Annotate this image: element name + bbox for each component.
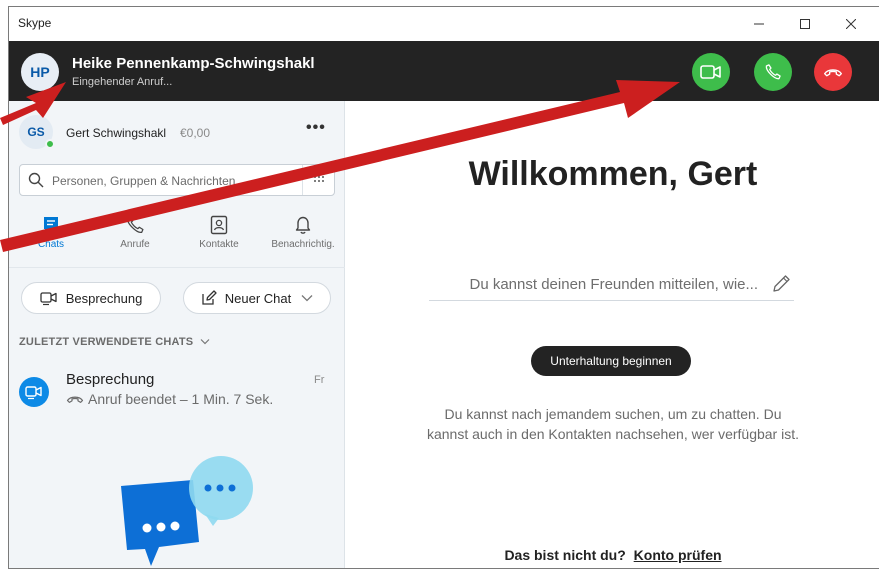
video-camera-icon	[700, 65, 721, 79]
profile-credit[interactable]: €0,00	[180, 126, 210, 140]
dialpad-icon	[313, 176, 324, 182]
more-options-icon[interactable]: •••	[306, 119, 326, 137]
hang-up-icon	[824, 69, 842, 77]
caller-name: Heike Pennenkamp-Schwingshakl	[72, 55, 315, 72]
check-account-link[interactable]: Konto prüfen	[634, 547, 722, 563]
meeting-icon	[25, 386, 42, 400]
search-input[interactable]: Personen, Gruppen & Nachrichten	[52, 174, 235, 188]
start-conversation-button[interactable]: Unterhaltung beginnen	[531, 346, 691, 376]
new-chat-button[interactable]: Neuer Chat	[183, 282, 331, 314]
dialpad-button[interactable]	[302, 165, 334, 195]
contacts-icon	[210, 215, 228, 235]
chat-name: Besprechung	[66, 371, 155, 388]
not-you-text: Das bist nicht du?	[504, 547, 626, 563]
minimize-button[interactable]	[736, 7, 782, 41]
welcome-heading: Willkommen, Gert	[468, 155, 758, 193]
caller-avatar[interactable]: HP	[21, 53, 59, 91]
phone-icon	[127, 216, 144, 233]
chevron-down-icon	[301, 295, 313, 302]
chat-preview-text: Anruf beendet – 1 Min. 7 Sek.	[88, 391, 274, 407]
mood-message-field[interactable]: Du kannst deinen Freunden mitteilen, wie…	[429, 269, 794, 301]
chevron-down-icon	[200, 339, 209, 345]
recent-chats-header-label: ZULETZT VERWENDETE CHATS	[19, 336, 194, 348]
search-box[interactable]: Personen, Gruppen & Nachrichten	[19, 164, 335, 196]
pencil-icon	[773, 275, 790, 292]
chat-preview: Anruf beendet – 1 Min. 7 Sek.	[66, 391, 273, 407]
skype-window: Skype HP Heike Pennenkamp-Schwingshakl E…	[8, 6, 879, 569]
bell-icon	[295, 216, 311, 234]
tab-contacts-label: Kontakte	[199, 239, 239, 250]
meeting-button[interactable]: Besprechung	[21, 282, 161, 314]
chat-illustration	[121, 456, 253, 566]
maximize-button[interactable]	[782, 7, 828, 41]
compose-icon	[202, 290, 217, 305]
call-status: Eingehender Anruf...	[72, 76, 173, 88]
incoming-call-bar: HP Heike Pennenkamp-Schwingshakl Eingehe…	[9, 41, 879, 101]
sidebar: GS Gert Schwingshakl €0,00 ••• Personen,…	[9, 101, 345, 568]
new-chat-button-label: Neuer Chat	[224, 290, 292, 306]
close-icon	[846, 19, 856, 29]
recent-chats-header[interactable]: ZULETZT VERWENDETE CHATS	[19, 336, 210, 348]
main-panel: Willkommen, Gert Du kannst deinen Freund…	[346, 101, 879, 568]
search-icon	[28, 172, 44, 188]
tab-notifications[interactable]: Benachrichtig.	[261, 214, 345, 258]
tab-contacts[interactable]: Kontakte	[177, 214, 261, 258]
answer-audio-button[interactable]	[754, 53, 792, 91]
answer-video-button[interactable]	[692, 53, 730, 91]
meeting-button-label: Besprechung	[65, 290, 143, 306]
search-hint-text: Du kannst nach jemandem suchen, um zu ch…	[426, 406, 799, 442]
maximize-icon	[800, 19, 810, 29]
tab-calls-label: Anrufe	[120, 239, 150, 250]
tab-notifications-label: Benachrichtig.	[271, 239, 335, 250]
tab-chats-label: Chats	[37, 239, 65, 250]
presence-indicator	[45, 139, 55, 149]
not-you-prompt: Das bist nicht du? Konto prüfen	[346, 547, 879, 563]
decline-call-button[interactable]	[814, 53, 852, 91]
minimize-icon	[754, 23, 764, 25]
call-ended-icon	[66, 396, 84, 403]
list-item[interactable]: Besprechung Anruf beendet – 1 Min. 7 Sek…	[9, 367, 345, 415]
title-bar: Skype	[9, 7, 879, 41]
chat-date: Fr	[314, 374, 325, 386]
phone-icon	[765, 64, 781, 80]
divider	[9, 267, 345, 268]
close-button[interactable]	[828, 7, 874, 41]
window-title: Skype	[18, 16, 52, 30]
meeting-icon	[40, 292, 57, 306]
tab-calls[interactable]: Anrufe	[93, 214, 177, 258]
tab-chats[interactable]: Chats	[9, 214, 93, 258]
mood-message-placeholder[interactable]: Du kannst deinen Freunden mitteilen, wie…	[470, 276, 759, 293]
chat-icon	[44, 217, 58, 233]
profile-name[interactable]: Gert Schwingshakl	[66, 126, 166, 140]
meeting-avatar	[19, 377, 49, 407]
